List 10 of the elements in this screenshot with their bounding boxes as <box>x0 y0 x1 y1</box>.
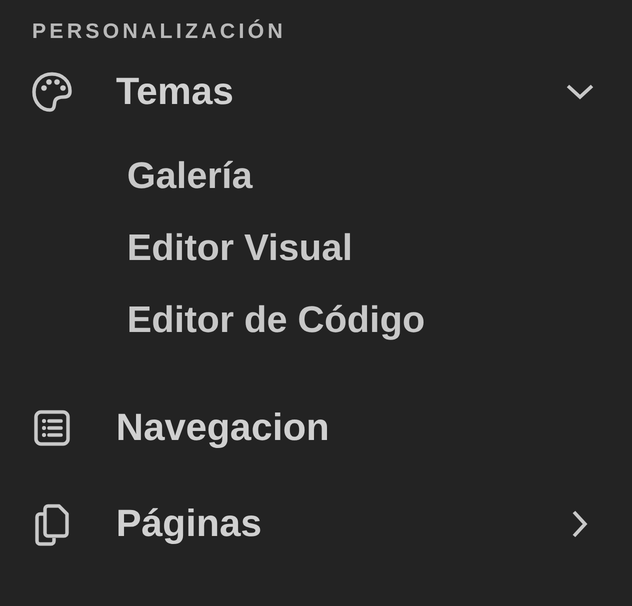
nav-label: Temas <box>116 70 235 114</box>
section-heading: PERSONALIZACIÓN <box>32 20 286 44</box>
nav-item[interactable]: Páginas <box>0 476 632 572</box>
nav-label: Páginas <box>116 502 263 546</box>
nav-label: Navegacion <box>116 406 330 450</box>
submenu-item[interactable]: Galería <box>127 140 252 212</box>
nav-item[interactable]: Temas <box>0 44 632 140</box>
submenu-item[interactable]: Editor Visual <box>127 212 352 284</box>
submenu-item[interactable]: Editor de Código <box>127 284 426 356</box>
nav-item[interactable]: Navegacion <box>0 380 632 476</box>
